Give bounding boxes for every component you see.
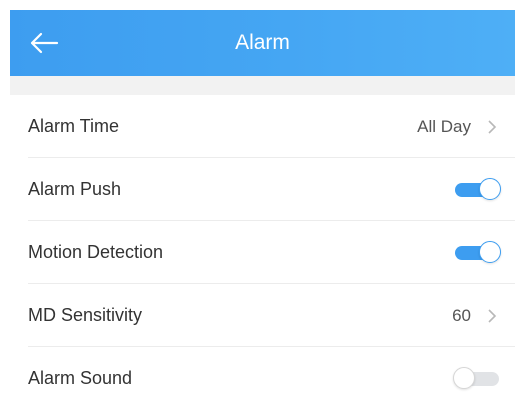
toggle-knob	[479, 178, 501, 200]
md-sensitivity-row[interactable]: MD Sensitivity 60	[10, 284, 515, 347]
alarm-sound-label: Alarm Sound	[28, 368, 133, 388]
motion-detection-label: Motion Detection	[28, 242, 164, 262]
md-sensitivity-label: MD Sensitivity	[28, 305, 143, 325]
alarm-sound-toggle[interactable]	[453, 367, 501, 391]
motion-detection-toggle[interactable]	[453, 241, 501, 265]
alarm-sound-row: Alarm Sound	[10, 347, 515, 410]
chevron-right-icon	[488, 120, 497, 134]
alarm-time-label: Alarm Time	[28, 116, 120, 136]
toggle-knob	[453, 367, 475, 389]
alarm-push-row: Alarm Push	[10, 158, 515, 221]
section-spacer	[10, 76, 515, 95]
alarm-settings-screen: Alarm Alarm Time All Day Alarm Push Moti…	[0, 0, 515, 405]
chevron-right-icon	[488, 309, 497, 323]
alarm-push-label: Alarm Push	[28, 179, 122, 199]
alarm-push-toggle[interactable]	[453, 178, 501, 202]
alarm-time-value: All Day	[417, 117, 471, 136]
page-title: Alarm	[235, 31, 290, 54]
app-bar: Alarm	[10, 10, 515, 76]
toggle-knob	[479, 241, 501, 263]
md-sensitivity-value: 60	[452, 306, 471, 325]
motion-detection-row: Motion Detection	[10, 221, 515, 284]
settings-list: Alarm Time All Day Alarm Push Motion Det…	[10, 95, 515, 410]
alarm-time-row[interactable]: Alarm Time All Day	[10, 95, 515, 158]
